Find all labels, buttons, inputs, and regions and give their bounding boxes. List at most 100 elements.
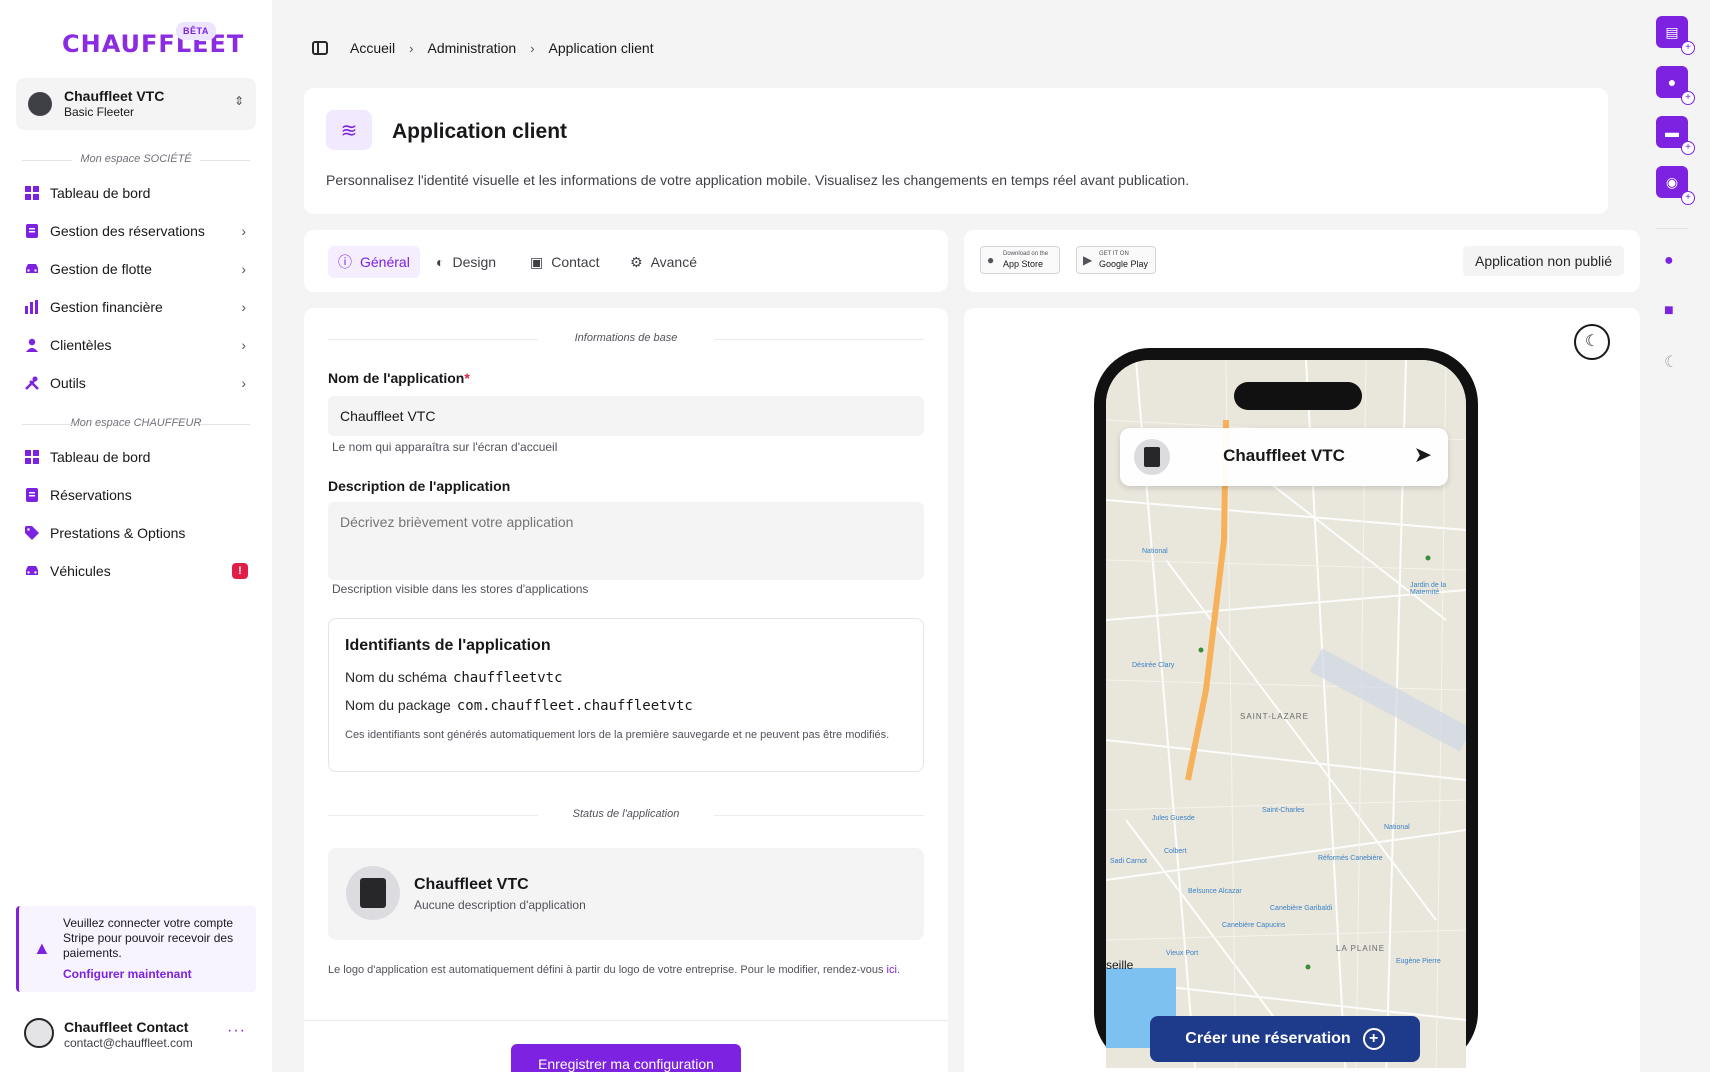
company-switcher[interactable]: Chauffleet VTC Basic Fleeter ⇕ [16, 78, 256, 130]
company-name: Chauffleet VTC [64, 88, 165, 104]
app-store-badge[interactable]: ● Download on the App Store [980, 246, 1060, 274]
tag-icon [24, 525, 40, 541]
driver-icon: ◉ [1665, 174, 1679, 190]
sidebar-item-label: Réservations [50, 487, 132, 503]
apple-icon: ● [987, 253, 995, 267]
sidebar-item-customers[interactable]: Clientèles › [16, 328, 256, 362]
map-label: LA PLAINE [1336, 944, 1386, 953]
section-label-driver: Mon espace CHAUFFEUR [22, 417, 250, 429]
app-logo [346, 866, 400, 920]
page-title: Application client [392, 120, 568, 143]
stripe-message: Veuillez connecter votre compte Stripe p… [63, 916, 234, 960]
sidebar-item-label: Gestion des réservations [50, 223, 205, 239]
phone-app-bar: Chauffleet VTC ➤ [1120, 428, 1448, 486]
map-label: SAINT-LAZARE [1240, 712, 1309, 721]
dashboard-icon [24, 185, 40, 201]
map-label: Canebière Capucins [1222, 922, 1286, 929]
layers-icon: ≋ [326, 110, 372, 150]
logo-text: CHAUFFLEET [62, 30, 245, 58]
quick-add-vehicle-button[interactable]: ▬ + [1656, 116, 1695, 155]
quick-add-customer-button[interactable]: ● + [1656, 66, 1695, 105]
map-label: Vieux Port [1166, 950, 1199, 957]
tab-bar: ⓘ Général ◐ Design ▣ Contact ⚙ Avancé [304, 230, 948, 292]
app-description-input[interactable] [328, 502, 924, 580]
save-config-button[interactable]: Enregistrer ma configuration [511, 1044, 741, 1072]
tab-contact[interactable]: ▣ Contact [520, 246, 609, 278]
tab-label: Général [360, 254, 410, 270]
page-header: ≋ Application client Personnalisez l'ide… [304, 88, 1608, 214]
moon-icon[interactable]: ☾ [1664, 352, 1678, 372]
store-small-text: GET IT ON [1099, 251, 1129, 257]
cta-label: Créer une réservation [1185, 1030, 1351, 1047]
bell-icon[interactable]: ● [1664, 252, 1674, 270]
tab-advanced[interactable]: ⚙ Avancé [620, 246, 707, 278]
app-name-hint: Le nom qui apparaîtra sur l'écran d'accu… [332, 440, 558, 454]
theme-toggle-button[interactable]: ☾ [1574, 324, 1610, 360]
sidebar-item-tools[interactable]: Outils › [16, 366, 256, 400]
sidebar-item-finance[interactable]: Gestion financière › [16, 290, 256, 324]
user-icon: ● [1667, 74, 1677, 90]
section-basic-info: Informations de base [328, 332, 924, 344]
google-play-badge[interactable]: ▶ GET IT ON Google Play [1076, 246, 1156, 274]
sidebar-item-label: Véhicules [50, 563, 111, 579]
status-badge: Application non publié [1463, 246, 1624, 276]
identifiers-note: Ces identifiants sont générés automatiqu… [345, 729, 890, 741]
chat-icon[interactable]: ■ [1664, 302, 1674, 320]
sidebar-toggle-icon[interactable] [312, 41, 328, 55]
app-preview-name: Chauffleet VTC [414, 876, 529, 893]
company-plan: Basic Fleeter [64, 105, 135, 119]
send-icon[interactable]: ➤ [1414, 442, 1432, 468]
user-email: contact@chauffleet.com [64, 1036, 193, 1050]
sidebar-item-vehicles[interactable]: Véhicules ! [16, 554, 256, 588]
map-label: Canebière Garibaldi [1270, 905, 1333, 912]
quick-add-reservation-button[interactable]: ▤ + [1656, 16, 1695, 55]
sidebar-item-services[interactable]: Prestations & Options [16, 516, 256, 550]
tab-label: Design [452, 254, 497, 270]
map-label: Réformés Canebière [1318, 855, 1383, 862]
chart-icon [24, 299, 40, 315]
gear-icon: ⚙ [630, 253, 643, 270]
plus-icon: + [1362, 1028, 1385, 1050]
app-identifiers-panel: Identifiants de l'application Nom du sch… [328, 618, 924, 772]
divider [304, 1020, 948, 1021]
stripe-notice: ▲ Veuillez connecter votre compte Stripe… [16, 906, 256, 992]
company-avatar [28, 92, 52, 116]
user-menu[interactable]: Chauffleet Contact contact@chauffleet.co… [16, 1010, 256, 1060]
map-label: Belsunce Alcazar [1188, 888, 1242, 895]
sidebar-item-label: Outils [50, 375, 86, 391]
map-label: Saint-Charles [1262, 807, 1305, 814]
breadcrumb-item[interactable]: Administration [427, 40, 516, 56]
store-status-bar: ● Download on the App Store ▶ GET IT ON … [964, 230, 1640, 292]
logo-settings-link[interactable]: ici [887, 964, 897, 976]
breadcrumb-item[interactable]: Accueil [350, 40, 395, 56]
identifiers-title: Identifiants de l'application [345, 637, 551, 654]
sidebar-item-dashboard[interactable]: Tableau de bord [16, 176, 256, 210]
sidebar-item-driver-reservations[interactable]: Réservations [16, 478, 256, 512]
quick-add-driver-button[interactable]: ◉ + [1656, 166, 1695, 205]
section-label-company: Mon espace SOCIÉTÉ [22, 153, 250, 165]
store-small-text: Download on the [1003, 251, 1049, 257]
logo-note: Le logo d'application est automatiquemen… [328, 964, 900, 976]
chevron-updown-icon: ⇕ [233, 94, 244, 108]
tab-label: Avancé [650, 254, 698, 270]
tab-design[interactable]: ◐ Design [426, 246, 506, 278]
tab-general[interactable]: ⓘ Général [328, 246, 420, 278]
sidebar: CHAUFFLEET BÊTA Chauffleet VTC Basic Fle… [0, 0, 272, 1072]
scheme-value: chauffleetvtc [452, 670, 563, 686]
reservation-icon: ▤ [1665, 24, 1679, 40]
sidebar-item-driver-dashboard[interactable]: Tableau de bord [16, 440, 256, 474]
more-icon[interactable]: ··· [227, 1022, 246, 1040]
car-icon [24, 261, 40, 277]
store-name: App Store [1003, 259, 1044, 269]
create-reservation-button[interactable]: Créer une réservation + [1150, 1016, 1420, 1062]
sidebar-item-fleet[interactable]: Gestion de flotte › [16, 252, 256, 286]
sidebar-item-reservations-management[interactable]: Gestion des réservations › [16, 214, 256, 248]
store-name: Google Play [1099, 259, 1149, 269]
app-preview-card: Chauffleet VTC Aucune description d'appl… [328, 848, 924, 940]
sidebar-item-label: Tableau de bord [50, 185, 151, 201]
app-name-input[interactable] [328, 396, 924, 436]
user-icon [24, 337, 40, 353]
configure-now-link[interactable]: Configurer maintenant [63, 967, 192, 981]
app-name-label: Nom de l'application* [328, 370, 470, 386]
config-form: Informations de base Nom de l'applicatio… [304, 308, 948, 1072]
